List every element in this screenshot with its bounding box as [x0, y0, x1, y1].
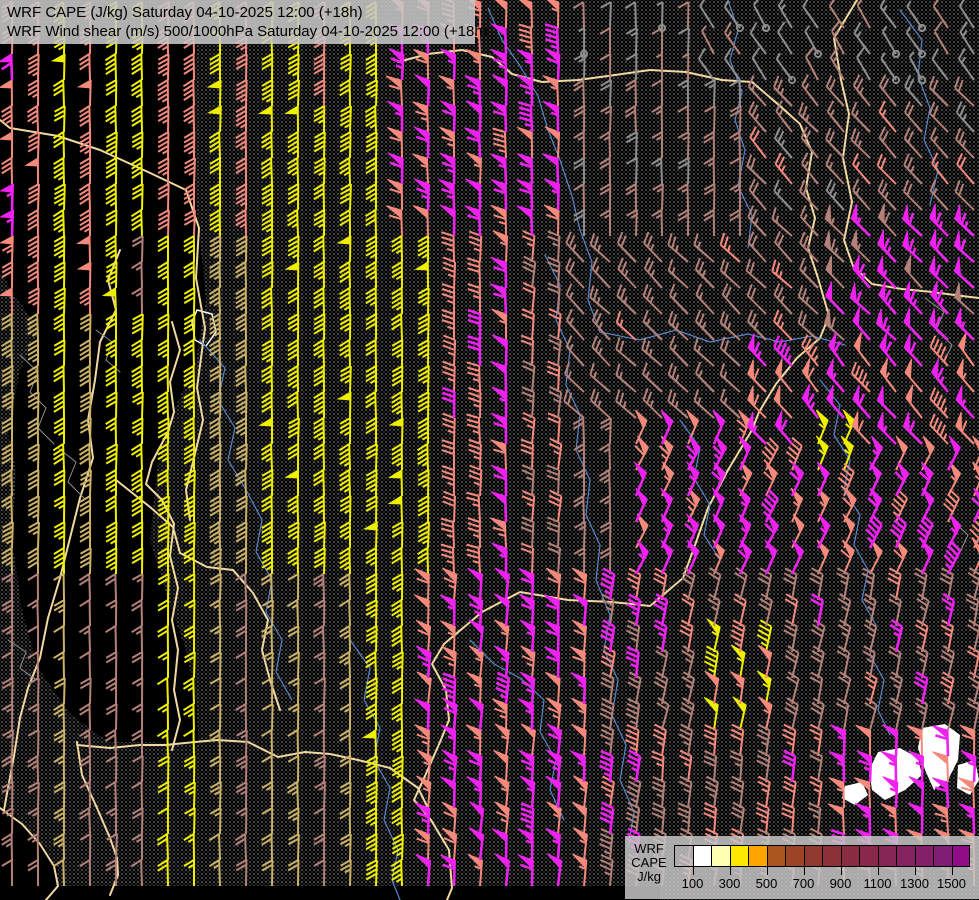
- cape-colorbar-tick: [841, 867, 842, 875]
- cape-colorbar-cell-1: [693, 845, 712, 867]
- river-line: [245, 488, 292, 700]
- cape-colorbar-cell-9: [841, 845, 860, 867]
- cape-colorbar-cell-4: [748, 845, 767, 867]
- cape-colorbar-cell-3: [730, 845, 749, 867]
- cape-colorbar-cell-6: [785, 845, 804, 867]
- cape-zero-region: [20, 886, 660, 900]
- map-canvas: [0, 0, 979, 900]
- legend-label-model: WRF: [625, 842, 673, 856]
- cape-colorbar-tick: [730, 867, 731, 875]
- cape-colorbar-tick: [804, 867, 805, 875]
- cape-colorbar-cell-10: [859, 845, 878, 867]
- cape-colorbar-cell-8: [822, 845, 841, 867]
- legend-label-unit: J/kg: [625, 870, 673, 884]
- cape-colorbar-tick: [915, 867, 916, 875]
- weather-map-app: WRF CAPE (J/kg) Saturday 04-10-2025 12:0…: [0, 0, 979, 900]
- cape-colorbar: [674, 845, 970, 867]
- cape-colorbar-cell-13: [915, 845, 934, 867]
- cape-colorbar-cell-2: [711, 845, 730, 867]
- river-line: [545, 255, 600, 580]
- cape-colorbar-tick-label: 1500: [930, 876, 974, 891]
- cape-colorbar-cell-11: [878, 845, 897, 867]
- border-line: [398, 50, 829, 900]
- cape-legend: WRF CAPE J/kg 10030050070090011001300150…: [625, 836, 979, 899]
- title-line-cape: WRF CAPE (J/kg) Saturday 04-10-2025 12:0…: [7, 3, 471, 22]
- cape-colorbar-tick: [878, 867, 879, 875]
- cape-colorbar-cell-5: [767, 845, 786, 867]
- cape-colorbar-cell-0: [674, 845, 693, 867]
- cape-colorbar-cell-7: [804, 845, 823, 867]
- border-line: [834, 0, 979, 298]
- river-line: [200, 340, 245, 488]
- legend-label: WRF CAPE J/kg: [625, 842, 673, 884]
- cape-colorbar-cell-14: [933, 845, 952, 867]
- map-title-overlay: WRF CAPE (J/kg) Saturday 04-10-2025 12:0…: [0, 0, 475, 44]
- cape-colorbar-tick: [952, 867, 953, 875]
- river-line: [470, 640, 564, 820]
- title-line-shear: WRF Wind shear (m/s) 500/1000hPa Saturda…: [7, 22, 471, 41]
- cape-colorbar-tick: [767, 867, 768, 875]
- cape-colorbar-cell-12: [896, 845, 915, 867]
- cape-colorbar-cell-15: [952, 845, 971, 867]
- legend-label-variable: CAPE: [625, 856, 673, 870]
- cape-colorbar-tick: [693, 867, 694, 875]
